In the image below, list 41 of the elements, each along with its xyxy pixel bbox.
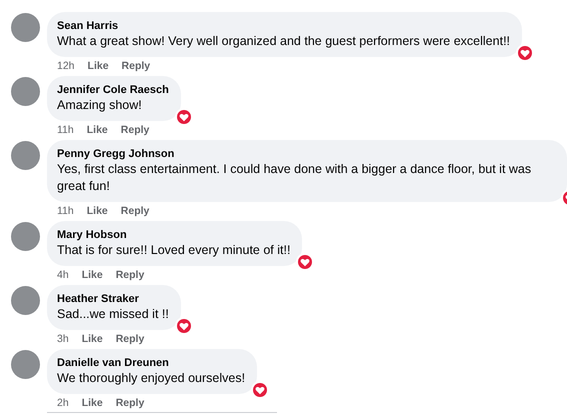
- avatar[interactable]: [11, 222, 40, 251]
- comment-time[interactable]: 11h: [57, 205, 74, 218]
- like-link[interactable]: Like: [82, 269, 103, 282]
- comment-time[interactable]: 11h: [57, 124, 74, 137]
- like-link[interactable]: Like: [82, 397, 103, 410]
- author-name[interactable]: Heather Straker: [57, 292, 169, 306]
- comment-time[interactable]: 4h: [57, 269, 69, 282]
- comment-text: That is for sure!! Loved every minute of it!!: [57, 242, 290, 259]
- author-name[interactable]: Sean Harris: [57, 19, 510, 33]
- author-name[interactable]: Penny Gregg Johnson: [57, 147, 555, 161]
- comment-text: What a great show! Very well organized and the guest performers were excellent!!: [57, 33, 510, 50]
- comment-text: Yes, first class entertainment. I could have done with a bigger a dance floor, but it was great fun!: [57, 161, 532, 195]
- avatar[interactable]: [11, 13, 40, 42]
- author-name[interactable]: Jennifer Cole Raesch: [57, 83, 169, 97]
- author-name[interactable]: Danielle van Dreunen: [57, 356, 246, 370]
- comment-time[interactable]: 12h: [57, 60, 75, 73]
- author-name[interactable]: Mary Hobson: [57, 228, 290, 242]
- reply-link[interactable]: Reply: [116, 269, 144, 282]
- heart-reaction-icon[interactable]: [296, 253, 314, 271]
- comment-text: We thoroughly enjoyed ourselves!: [57, 370, 246, 387]
- comment-time[interactable]: 3h: [57, 333, 69, 346]
- reply-link[interactable]: Reply: [122, 60, 150, 73]
- like-link[interactable]: Like: [86, 124, 108, 137]
- heart-reaction-icon[interactable]: [251, 381, 270, 399]
- avatar[interactable]: [11, 286, 40, 315]
- reply-link[interactable]: Reply: [116, 397, 144, 410]
- reply-link[interactable]: Reply: [120, 124, 150, 137]
- comment-text: Sad...we missed it !!: [57, 306, 169, 323]
- comment-time[interactable]: 2h: [57, 397, 69, 410]
- avatar[interactable]: [11, 350, 40, 379]
- heart-reaction-icon[interactable]: [516, 44, 534, 62]
- like-link[interactable]: Like: [82, 333, 103, 346]
- like-link[interactable]: Like: [86, 205, 108, 218]
- avatar[interactable]: [11, 77, 40, 106]
- avatar[interactable]: [11, 141, 40, 170]
- reply-link[interactable]: Reply: [116, 333, 144, 346]
- heart-reaction-icon[interactable]: [174, 108, 193, 126]
- reply-link[interactable]: Reply: [120, 205, 150, 218]
- heart-reaction-icon[interactable]: [174, 317, 193, 335]
- comment-text: Amazing show!: [57, 97, 143, 114]
- like-link[interactable]: Like: [88, 60, 109, 73]
